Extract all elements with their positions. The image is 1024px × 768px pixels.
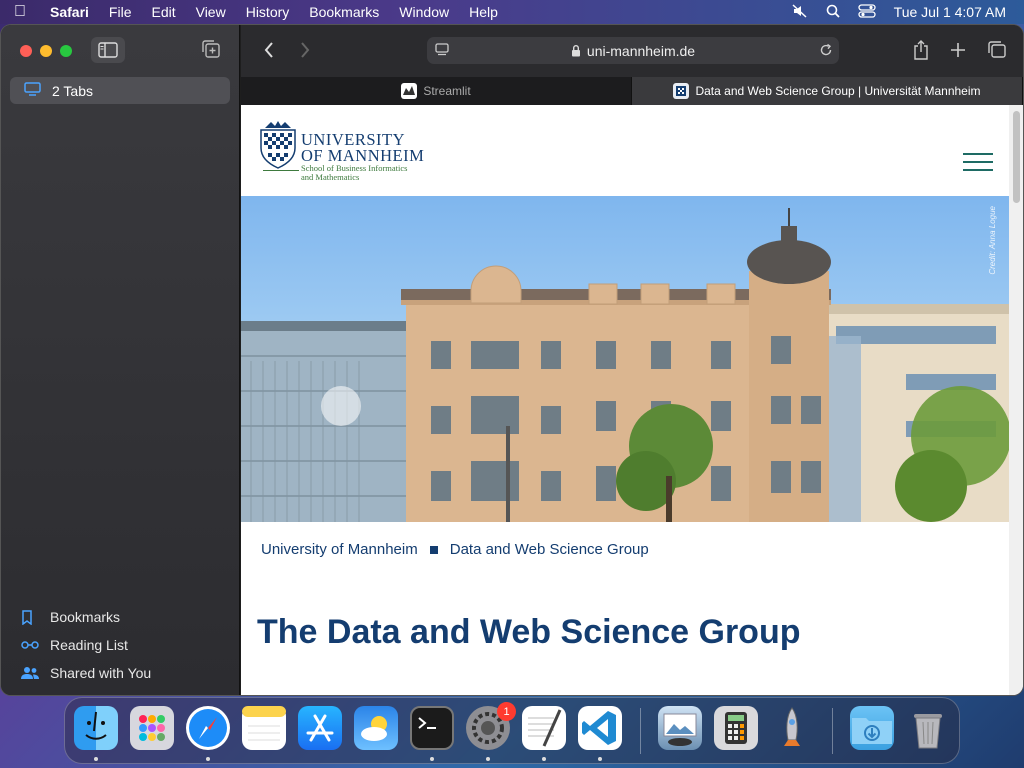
glasses-icon <box>21 640 43 650</box>
tab-bar: Streamlit Data and Web Science Group | U… <box>241 77 1023 105</box>
tab-dws-group[interactable]: Data and Web Science Group | Universität… <box>632 77 1023 105</box>
scrollbar[interactable] <box>1009 105 1023 695</box>
notes-icon[interactable] <box>242 706 286 750</box>
uni-mannheim-favicon-icon <box>673 83 690 99</box>
menu-history[interactable]: History <box>236 4 300 20</box>
people-icon <box>21 666 43 680</box>
sidebar: 2 Tabs Bookmarks Reading List Shared wit… <box>1 25 240 695</box>
sidebar-bottom-list: Bookmarks Reading List Shared with You <box>21 603 151 687</box>
menu-app-name[interactable]: Safari <box>40 4 99 20</box>
sidebar-item-bookmarks[interactable]: Bookmarks <box>21 603 151 631</box>
menu-help[interactable]: Help <box>459 4 508 20</box>
sidebar-shared-label: Shared with You <box>50 665 152 681</box>
dock: 1 <box>64 697 960 764</box>
sidebar-item-shared[interactable]: Shared with You <box>21 659 151 687</box>
breadcrumb-separator <box>429 545 438 554</box>
notification-badge: 1 <box>497 702 516 721</box>
weather-icon[interactable] <box>354 706 398 750</box>
safari-window: 2 Tabs Bookmarks Reading List Shared wit… <box>1 25 1023 695</box>
address-bar[interactable]: uni-mannheim.de <box>427 37 839 64</box>
apple-menu-icon[interactable]:  <box>0 3 40 21</box>
toolbar: uni-mannheim.de <box>241 25 1023 77</box>
preview-icon[interactable] <box>658 706 702 750</box>
close-window-button[interactable] <box>20 45 32 57</box>
crest-icon <box>260 121 296 169</box>
site-header: UNIVERSITY OF MANNHEIM School of Busines… <box>241 105 1009 196</box>
hero-credit: Credit: Anna Logue <box>988 206 997 275</box>
lock-icon <box>571 44 581 57</box>
forward-button[interactable] <box>299 41 311 64</box>
share-icon[interactable] <box>913 40 929 65</box>
menu-bar:  Safari File Edit View History Bookmark… <box>0 0 1024 24</box>
textedit-icon[interactable] <box>522 706 566 750</box>
sidebar-item-reading-list[interactable]: Reading List <box>21 631 151 659</box>
page-title: The Data and Web Science Group <box>257 613 801 651</box>
tab-streamlit[interactable]: Streamlit <box>241 77 632 105</box>
bookmark-icon <box>21 609 43 625</box>
web-content: UNIVERSITY OF MANNHEIM School of Busines… <box>241 105 1023 695</box>
streamlit-favicon-icon <box>401 83 418 99</box>
menu-window[interactable]: Window <box>389 4 459 20</box>
page-menu-icon[interactable] <box>435 43 449 60</box>
app-store-icon[interactable] <box>298 706 342 750</box>
logo-line-2: OF MANNHEIM <box>301 146 425 165</box>
control-center-icon[interactable] <box>849 3 885 21</box>
menu-view[interactable]: View <box>186 4 236 20</box>
monitor-icon <box>24 82 42 99</box>
breadcrumb: University of Mannheim Data and Web Scie… <box>261 541 649 558</box>
menu-file[interactable]: File <box>99 4 142 20</box>
window-controls <box>20 45 72 57</box>
minimize-window-button[interactable] <box>40 45 52 57</box>
launchpad-icon[interactable] <box>130 706 174 750</box>
sidebar-tabs-label: 2 Tabs <box>52 82 93 99</box>
logo-line-4: and Mathematics <box>301 172 360 182</box>
back-button[interactable] <box>263 41 275 64</box>
safari-icon[interactable] <box>186 706 230 750</box>
sidebar-toggle-icon[interactable] <box>91 37 125 63</box>
hero-image: Credit: Anna Logue <box>241 196 1009 522</box>
vscode-icon[interactable] <box>578 706 622 750</box>
menu-bookmarks[interactable]: Bookmarks <box>299 4 389 20</box>
zoom-window-button[interactable] <box>60 45 72 57</box>
scrollbar-thumb[interactable] <box>1013 111 1020 203</box>
sidebar-reading-list-label: Reading List <box>50 637 128 653</box>
new-tab-icon[interactable] <box>950 40 966 65</box>
breadcrumb-item-dws[interactable]: Data and Web Science Group <box>450 541 649 558</box>
reload-icon[interactable] <box>819 43 833 60</box>
tab-title: Streamlit <box>423 84 471 98</box>
url-text: uni-mannheim.de <box>586 42 696 59</box>
terminal-icon[interactable] <box>410 706 454 750</box>
mute-icon[interactable] <box>783 3 817 21</box>
rocket-icon[interactable] <box>770 706 814 750</box>
sidebar-bookmarks-label: Bookmarks <box>50 609 121 625</box>
menu-clock[interactable]: Tue Jul 1 4:07 AM <box>885 4 1024 20</box>
trash-icon[interactable] <box>906 706 950 750</box>
system-settings-icon[interactable]: 1 <box>466 702 516 750</box>
new-tab-group-icon[interactable] <box>201 39 221 64</box>
sidebar-item-tabs[interactable]: 2 Tabs <box>10 77 230 104</box>
hamburger-menu-icon[interactable] <box>963 153 993 177</box>
breadcrumb-item-university[interactable]: University of Mannheim <box>261 541 418 558</box>
tab-title: Data and Web Science Group | Universität… <box>695 84 981 98</box>
tab-overview-icon[interactable] <box>987 40 1007 65</box>
finder-icon[interactable] <box>74 706 118 750</box>
calculator-icon[interactable] <box>714 706 758 750</box>
menu-edit[interactable]: Edit <box>141 4 185 20</box>
downloads-folder-icon[interactable] <box>850 706 894 750</box>
spotlight-search-icon[interactable] <box>817 4 849 21</box>
university-logo[interactable]: UNIVERSITY OF MANNHEIM School of Busines… <box>257 120 424 182</box>
